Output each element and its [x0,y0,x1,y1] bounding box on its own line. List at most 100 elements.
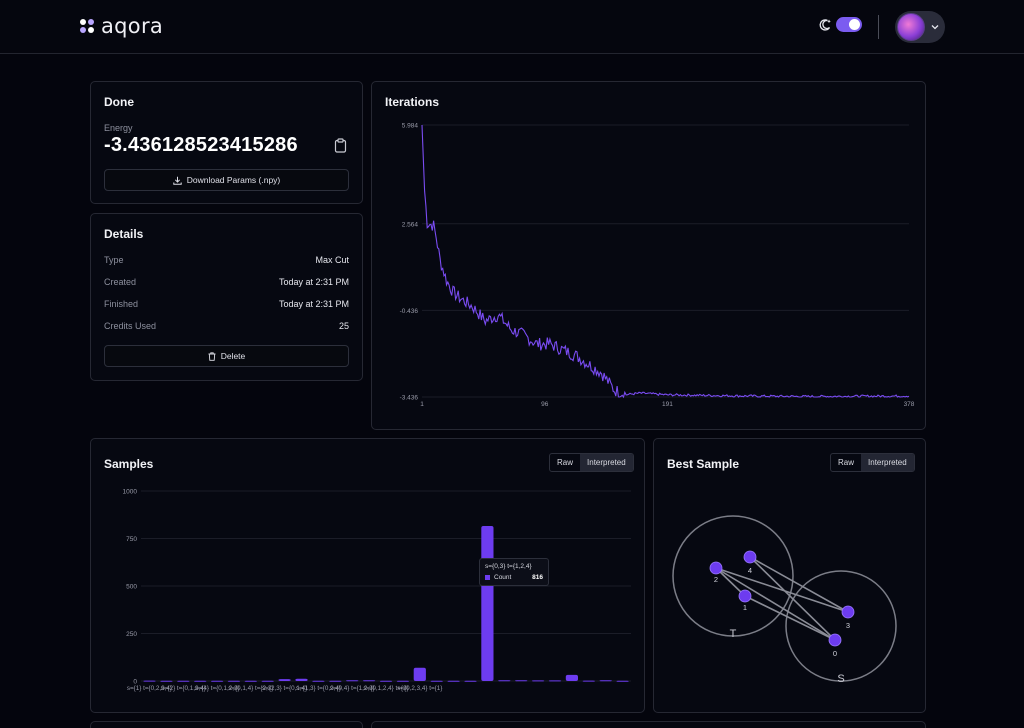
samples-bar [143,680,156,682]
samples-bar [582,680,595,682]
samples-bar [599,680,612,682]
detail-value: Today at 2:31 PM [278,277,349,287]
samples-bar [295,678,308,681]
theme-switch[interactable] [818,17,862,32]
samples-bar [616,680,629,682]
samples-bar [532,680,545,682]
samples-card: Samples Raw Interpreted 0 250 500 750 1000 s=… [90,438,645,713]
graph-node-label: 4 [748,566,752,575]
logo-icon [80,19,94,33]
iter-x-tick: 1 [420,401,424,408]
logo[interactable]: aqora [80,14,163,38]
graph-node-label: 2 [714,575,718,584]
download-params-label: Download Params (.npy) [186,175,281,185]
detail-row-created: Created Today at 2:31 PM [104,277,349,287]
samples-bar [464,680,477,682]
tooltip-label: s={0,3} t={1,2,4} [485,563,532,570]
detail-label: Created [104,277,137,287]
tooltip-swatch [485,575,490,580]
logo-text: aqora [101,14,164,38]
samples-bar [160,680,173,682]
samples-bar [498,680,511,682]
iter-y-tick: -3.436 [400,395,419,402]
samples-y-tick: 500 [126,584,137,591]
iter-y-tick: -0.436 [400,308,419,315]
graph-node-1 [738,589,752,603]
samples-bar [515,680,528,682]
set-t-label: T [730,628,737,640]
set-t-circle [672,515,794,637]
samples-bar [244,680,257,682]
samples-tooltip: s={0,3} t={1,2,4} Count 816 [479,558,549,586]
energy-value: -3.436128523415286 [104,134,298,156]
graph-node-label: 0 [833,649,837,658]
avatar [897,13,925,41]
detail-label: Type [104,255,124,265]
detail-value: Today at 2:31 PM [278,299,349,309]
samples-bar [177,680,190,682]
bottom-card-left [90,721,363,728]
iter-series-line [421,124,910,399]
iterations-chart: 5.984 2.564 -0.436 -3.4361 96 191 378 [400,123,915,409]
graph-node-label: 1 [743,603,747,612]
trash-icon [208,351,216,361]
samples-bar [346,680,359,682]
moon-icon [819,18,831,31]
download-params-button[interactable]: Download Params (.npy) [104,169,349,191]
set-s-label: S [837,673,844,685]
iter-y-tick: 5.984 [402,123,419,130]
samples-bar [565,674,578,681]
user-menu-button[interactable] [895,11,945,43]
theme-toggle[interactable] [836,17,862,32]
clipboard-icon[interactable] [334,138,347,153]
best-sample-graph: T S 0 1 2 3 4 [672,515,897,685]
tooltip-value: 816 [532,574,543,581]
done-card: Done Energy -3.436128523415286 Download … [90,81,363,204]
samples-bar [278,679,291,681]
samples-bar [548,680,562,682]
detail-row-credits: Credits Used 25 [104,321,349,331]
top-bar: aqora [0,0,1024,54]
graph-node-label: 3 [846,621,850,630]
graph-node-2 [709,561,723,575]
samples-x-tick: s={0,2,3,4} t={1} [397,685,442,692]
chevron-down-icon [931,25,939,30]
header-divider [878,15,879,39]
samples-bar [379,680,393,682]
samples-y-tick: 750 [126,536,137,543]
delete-label: Delete [220,351,246,361]
samples-bar [312,680,325,682]
detail-label: Credits Used [104,321,157,331]
iter-x-tick: 191 [662,401,673,408]
samples-bar [430,680,443,682]
samples-bar [447,680,460,682]
graph-node-4 [743,550,757,564]
energy-label: Energy [104,123,133,133]
samples-bar [363,680,376,682]
best-sample-card: Best Sample Raw Interpreted T S 0 1 2 3 [653,438,926,713]
detail-row-type: Type Max Cut [104,255,349,265]
samples-chart: 02505007501000s={1} t={0,2,3,4}s={2} t={… [123,489,631,692]
detail-value: Max Cut [315,255,349,265]
samples-bar [413,667,426,681]
download-icon [173,176,182,185]
samples-y-tick: 1000 [123,489,138,496]
set-s-circle [785,570,897,682]
tooltip-series: Count [494,574,512,581]
samples-bar [396,680,409,682]
bottom-card-right [371,721,926,728]
samples-bar [329,680,342,682]
iter-y-tick: 2.564 [402,221,419,228]
samples-bar [194,680,207,682]
graph-node-0 [828,633,842,647]
iter-x-tick: 378 [904,401,915,408]
delete-button[interactable]: Delete [104,345,349,367]
samples-bar [211,680,224,682]
iterations-card: Iterations 5.984 2.564 -0.436 -3.436 1 96 191 3… [371,81,926,430]
details-title: Details [104,227,144,241]
detail-row-finished: Finished Today at 2:31 PM [104,299,349,309]
iter-x-tick: 96 [541,401,549,408]
samples-bar [261,680,274,682]
done-title: Done [104,95,134,109]
detail-value: 25 [338,321,349,331]
